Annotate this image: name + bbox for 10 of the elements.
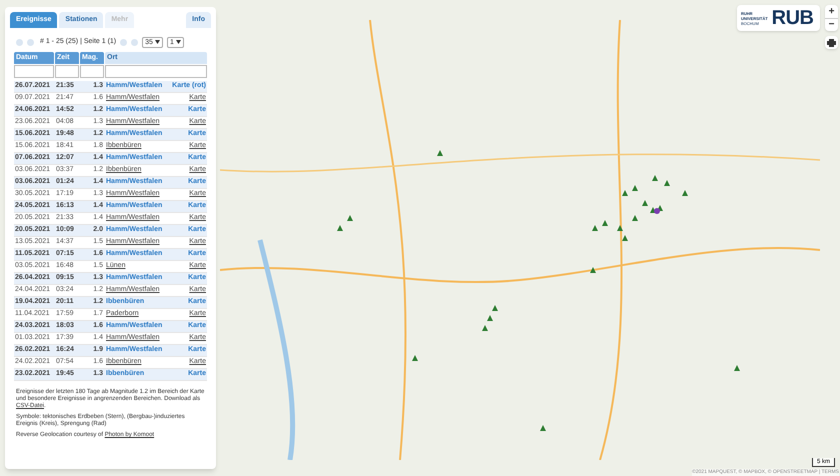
print-button[interactable] <box>825 36 838 49</box>
filter-field[interactable] <box>14 65 54 78</box>
caret-icon <box>176 40 181 44</box>
zoom-out-button[interactable]: − <box>825 18 838 31</box>
zoom-in-button[interactable]: + <box>825 5 838 18</box>
filter-field[interactable] <box>55 65 79 78</box>
filter-field[interactable] <box>105 65 207 78</box>
caret-icon <box>154 40 160 44</box>
filter-field[interactable] <box>80 65 104 78</box>
logo-mark: RUB <box>772 8 814 28</box>
